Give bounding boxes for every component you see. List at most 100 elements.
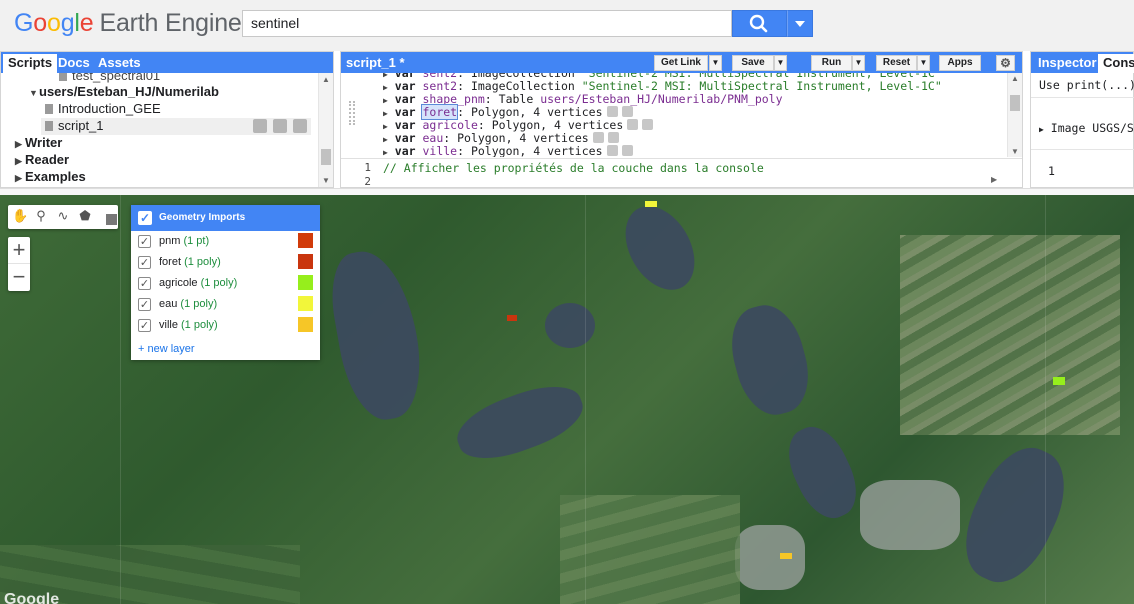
settings-icon[interactable] <box>627 119 639 130</box>
tab-docs[interactable]: Docs <box>53 54 95 73</box>
folder-examples[interactable]: ▶ Examples <box>15 169 86 186</box>
save-options-button[interactable]: ▼ <box>774 55 787 71</box>
settings-button[interactable]: ⚙ <box>996 55 1015 71</box>
foret-polygon[interactable] <box>507 315 517 321</box>
list-item[interactable]: script_1 <box>41 118 311 135</box>
map-resize-handle[interactable] <box>0 188 1134 195</box>
app-header: Google Earth Engine sentinel <box>0 0 1134 51</box>
rename-icon[interactable] <box>273 119 287 133</box>
expand-arrow-icon: ▶ <box>15 139 22 149</box>
tab-console[interactable]: Console <box>1098 54 1134 73</box>
run-options-button[interactable]: ▼ <box>852 55 865 71</box>
hand-pan-icon[interactable]: ✋ <box>12 209 28 223</box>
scroll-down-icon[interactable]: ▼ <box>322 176 330 185</box>
console-object[interactable]: ▶ Image USGS/SR <box>1039 121 1134 135</box>
delete-icon[interactable] <box>607 132 619 143</box>
layer-color-swatch[interactable] <box>298 275 313 290</box>
settings-icon[interactable] <box>606 145 618 156</box>
settings-icon[interactable] <box>606 106 618 117</box>
folder-reader[interactable]: ▶ Reader <box>15 152 69 169</box>
tab-inspector[interactable]: Inspector <box>1033 54 1102 73</box>
reset-options-button[interactable]: ▼ <box>917 55 930 71</box>
scroll-down-icon[interactable]: ▼ <box>1011 147 1019 156</box>
draw-polygon-icon[interactable]: ⬟ <box>78 209 92 223</box>
delete-icon[interactable] <box>621 145 633 156</box>
apps-button[interactable]: Apps <box>939 55 981 71</box>
zoom-in-button[interactable]: + <box>8 237 30 264</box>
search-options-button[interactable] <box>787 10 813 37</box>
scrollbar[interactable]: ▲ ▼ <box>318 73 333 187</box>
checkbox[interactable]: ✓ <box>138 277 151 290</box>
map-view[interactable]: ✋ ⚲ ∿ ⬟ + − ✓ Geometry Imports ✓ pnm (1 … <box>0 195 1134 604</box>
delete-icon[interactable] <box>642 119 654 130</box>
import-row[interactable]: ▶ var shape_pnm: Table users/Esteban_HJ/… <box>383 92 783 106</box>
reset-button[interactable]: Reset <box>876 55 917 71</box>
layer-row-agricole[interactable]: ✓ agricole (1 poly) <box>131 274 320 295</box>
town-area <box>735 525 805 590</box>
scroll-right-icon[interactable]: ▶ <box>991 175 997 184</box>
google-earth-engine-logo[interactable]: Google Earth Engine <box>14 9 242 38</box>
folder-writer[interactable]: ▶ Writer <box>15 135 62 152</box>
lake <box>721 297 819 423</box>
import-row[interactable]: ▶ var ville: Polygon, 4 vertices <box>383 144 633 157</box>
new-layer-link[interactable]: + new layer <box>138 343 195 355</box>
tab-assets[interactable]: Assets <box>93 54 146 73</box>
delete-icon[interactable] <box>621 106 633 117</box>
import-row[interactable]: ▶ var sent2: ImageCollection "Sentinel-2… <box>383 79 942 93</box>
zoom-out-button[interactable]: − <box>8 264 30 291</box>
repo-folder[interactable]: ▼users/Esteban_HJ/Numerilab <box>29 84 219 101</box>
agricole-polygon[interactable] <box>1053 377 1065 385</box>
search-icon <box>749 14 768 33</box>
get-link-button[interactable]: Get Link <box>654 55 708 71</box>
layer-color-swatch[interactable] <box>298 296 313 311</box>
draw-rectangle-icon[interactable] <box>99 209 117 225</box>
imports-scrollbar[interactable]: ▲ ▼ <box>1007 73 1022 157</box>
import-row[interactable]: ▶ var foret: Polygon, 4 vertices <box>383 104 633 120</box>
imports-section: ▶ var sent2: ImageCollection "Sentinel-2… <box>341 73 1009 157</box>
lake <box>323 244 431 426</box>
chevron-down-icon <box>795 21 805 27</box>
expand-arrow-icon: ▶ <box>383 96 388 105</box>
checkbox-all-layers[interactable]: ✓ <box>138 211 152 225</box>
script-tree: test_spectral01 ▼users/Esteban_HJ/Numeri… <box>1 73 317 187</box>
geometry-imports-header[interactable]: ✓ Geometry Imports <box>131 205 320 231</box>
layer-row-pnm[interactable]: ✓ pnm (1 pt) <box>131 232 320 253</box>
code-area[interactable]: 1 // Afficher les propriétés de la couch… <box>341 158 1022 188</box>
run-button[interactable]: Run <box>811 55 852 71</box>
resize-handle[interactable] <box>349 101 355 125</box>
checkbox[interactable]: ✓ <box>138 235 151 248</box>
town-area <box>860 480 960 550</box>
checkbox[interactable]: ✓ <box>138 319 151 332</box>
delete-icon[interactable] <box>293 119 307 133</box>
list-item[interactable]: Introduction_GEE <box>45 101 161 118</box>
settings-icon[interactable] <box>592 132 604 143</box>
search-input[interactable]: sentinel <box>242 10 732 37</box>
scroll-thumb[interactable] <box>1010 95 1020 111</box>
scroll-up-icon[interactable]: ▲ <box>322 75 330 84</box>
ville-polygon[interactable] <box>780 553 792 559</box>
import-row[interactable]: ▶ var agricole: Polygon, 4 vertices <box>383 118 654 132</box>
scroll-up-icon[interactable]: ▲ <box>1011 74 1019 83</box>
tab-scripts[interactable]: Scripts <box>3 54 58 73</box>
history-icon[interactable] <box>253 119 267 133</box>
eau-polygon[interactable] <box>645 201 657 207</box>
add-marker-icon[interactable]: ⚲ <box>34 209 48 223</box>
farmland <box>900 235 1120 435</box>
search-button[interactable] <box>732 10 787 37</box>
checkbox[interactable]: ✓ <box>138 256 151 269</box>
checkbox[interactable]: ✓ <box>138 298 151 311</box>
lake <box>545 303 595 348</box>
layer-color-swatch[interactable] <box>298 233 313 248</box>
layer-row-eau[interactable]: ✓ eau (1 poly) <box>131 295 320 316</box>
scroll-thumb[interactable] <box>321 149 331 165</box>
layer-color-swatch[interactable] <box>298 317 313 332</box>
gear-icon: ⚙ <box>1000 56 1011 70</box>
layer-row-ville[interactable]: ✓ ville (1 poly) <box>131 316 320 337</box>
import-row[interactable]: ▶ var eau: Polygon, 4 vertices <box>383 131 619 145</box>
save-button[interactable]: Save <box>732 55 774 71</box>
layer-color-swatch[interactable] <box>298 254 313 269</box>
layer-row-foret[interactable]: ✓ foret (1 poly) <box>131 253 320 274</box>
expand-arrow-icon: ▶ <box>383 148 388 157</box>
draw-line-icon[interactable]: ∿ <box>56 209 70 223</box>
get-link-options-button[interactable]: ▼ <box>709 55 722 71</box>
